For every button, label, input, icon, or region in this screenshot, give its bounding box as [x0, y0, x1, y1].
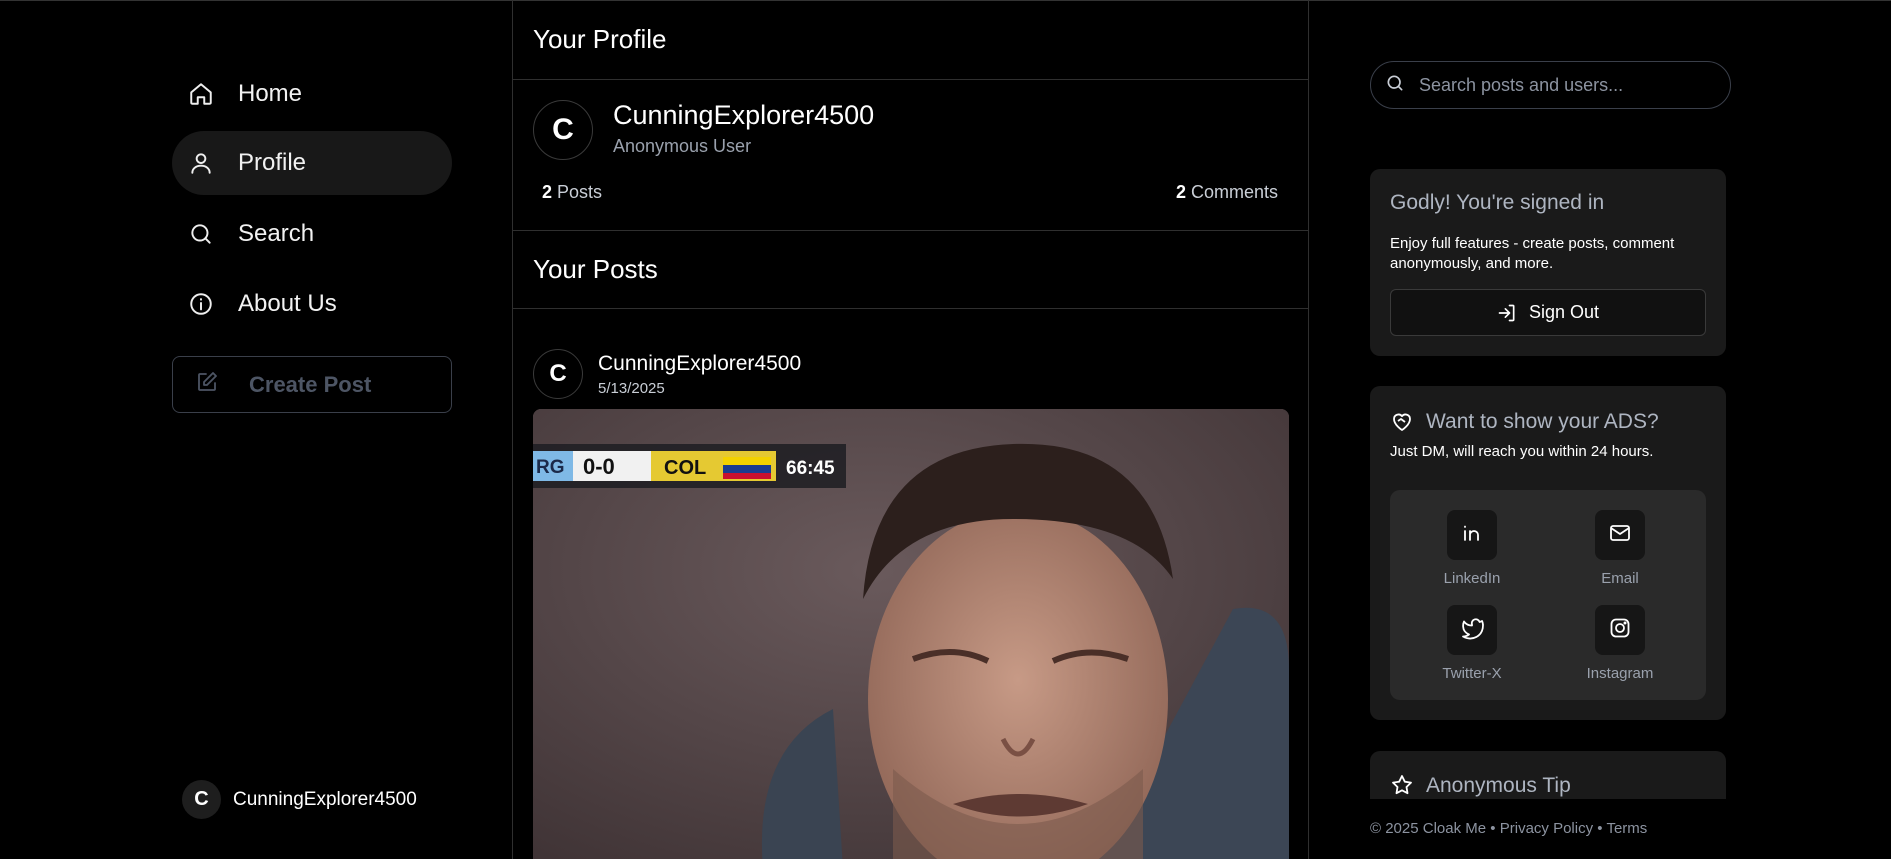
comments-stat[interactable]: 2 Comments	[1176, 182, 1278, 203]
right-sidebar: Godly! You're signed in Enjoy full featu…	[1310, 0, 1891, 859]
twitter-link[interactable]: Twitter-X	[1417, 605, 1527, 682]
profile-username: CunningExplorer4500	[613, 100, 875, 130]
scoreboard-clock: 66:45	[786, 458, 835, 479]
star-icon	[1390, 773, 1414, 802]
heart-handshake-icon	[1390, 410, 1414, 439]
footer-separator: •	[1597, 820, 1603, 837]
signin-desc: Enjoy full features - create posts, comm…	[1390, 235, 1675, 272]
posts-label: Posts	[557, 182, 603, 202]
instagram-icon	[1608, 616, 1632, 645]
email-link[interactable]: Email	[1565, 510, 1675, 587]
search-bar[interactable]	[1370, 61, 1731, 109]
terms-link[interactable]: Terms	[1606, 820, 1647, 837]
scoreboard-team-left: RG	[536, 457, 565, 478]
anonymous-tip-card: Anonymous Tip	[1370, 751, 1726, 799]
ads-card: Want to show your ADS? Just DM, will rea…	[1370, 386, 1726, 720]
tip-title: Anonymous Tip	[1426, 774, 1571, 797]
scoreboard-score: 0-0	[583, 454, 615, 479]
email-label: Email	[1601, 570, 1639, 587]
signin-card: Godly! You're signed in Enjoy full featu…	[1370, 169, 1726, 356]
mail-icon	[1608, 521, 1632, 550]
profile-avatar: C	[533, 100, 593, 160]
nav-item-label: Search	[238, 220, 315, 247]
home-icon	[186, 79, 216, 109]
comments-count: 2	[1175, 182, 1186, 202]
create-post-label: Create Post	[249, 371, 372, 397]
current-user[interactable]: C CunningExplorer4500	[182, 780, 417, 819]
main-column: Your Profile C CunningExplorer4500 Anony…	[513, 0, 1309, 859]
linkedin-label: LinkedIn	[1443, 570, 1501, 587]
ads-desc: Just DM, will reach you within 24 hours.	[1390, 443, 1654, 460]
nav-item-home[interactable]: Home	[172, 62, 452, 126]
nav-item-label: Home	[238, 80, 303, 107]
post-image-illustration: RG 0-0 COL 66:45	[533, 409, 1289, 859]
instagram-link[interactable]: Instagram	[1565, 605, 1675, 682]
search-input[interactable]	[1419, 74, 1709, 96]
footer-copyright: © 2025 Cloak Me	[1370, 820, 1487, 837]
footer: © 2025 Cloak Me • Privacy Policy • Terms	[1370, 820, 1647, 837]
nav-item-label: About Us	[238, 290, 337, 317]
search-icon	[186, 219, 216, 249]
create-post-button[interactable]: Create Post	[172, 356, 452, 413]
nav-item-search[interactable]: Search	[172, 202, 452, 266]
profile-card: C CunningExplorer4500 Anonymous User 2 P…	[513, 80, 1308, 231]
linkedin-icon	[1460, 521, 1484, 550]
twitter-icon	[1460, 616, 1484, 645]
signin-title: Godly! You're signed in	[1390, 191, 1605, 214]
search-icon	[1385, 73, 1405, 98]
nav-item-profile[interactable]: Profile	[172, 131, 452, 195]
avatar: C	[533, 349, 583, 399]
profile-subtitle: Anonymous User	[613, 136, 752, 156]
nav-item-label: Profile	[238, 149, 307, 176]
scoreboard-team-right: COL	[664, 457, 706, 479]
sign-out-icon	[1497, 303, 1517, 323]
footer-separator: •	[1490, 820, 1496, 837]
ads-title: Want to show your ADS?	[1426, 410, 1659, 433]
privacy-policy-link[interactable]: Privacy Policy	[1500, 820, 1593, 837]
nav-item-about-us[interactable]: About Us	[172, 272, 452, 336]
posts-count: 2	[542, 182, 553, 202]
avatar: C	[182, 780, 221, 819]
posts-stat[interactable]: 2 Posts	[542, 182, 602, 203]
post-header[interactable]: C CunningExplorer4500 5/13/2025	[533, 349, 801, 399]
social-links: LinkedIn Email Twitter-X Instagram	[1390, 490, 1706, 700]
page-title: Your Profile	[513, 0, 1308, 80]
linkedin-link[interactable]: LinkedIn	[1417, 510, 1527, 587]
post-date: 5/13/2025	[598, 379, 665, 397]
post-author: CunningExplorer4500	[598, 351, 802, 375]
section-title: Your Posts	[513, 231, 1308, 309]
instagram-label: Instagram	[1586, 665, 1654, 682]
info-icon	[186, 289, 216, 319]
user-icon	[186, 148, 216, 178]
edit-icon	[195, 370, 219, 399]
current-user-name: CunningExplorer4500	[233, 788, 417, 810]
comments-label: Comments	[1190, 182, 1278, 202]
sign-out-label: Sign Out	[1528, 302, 1600, 322]
post-image[interactable]: RG 0-0 COL 66:45	[533, 409, 1289, 859]
left-sidebar: Home Profile Search About Us Create Post…	[0, 0, 513, 859]
sign-out-button[interactable]: Sign Out	[1390, 289, 1706, 336]
twitter-label: Twitter-X	[1442, 665, 1502, 682]
